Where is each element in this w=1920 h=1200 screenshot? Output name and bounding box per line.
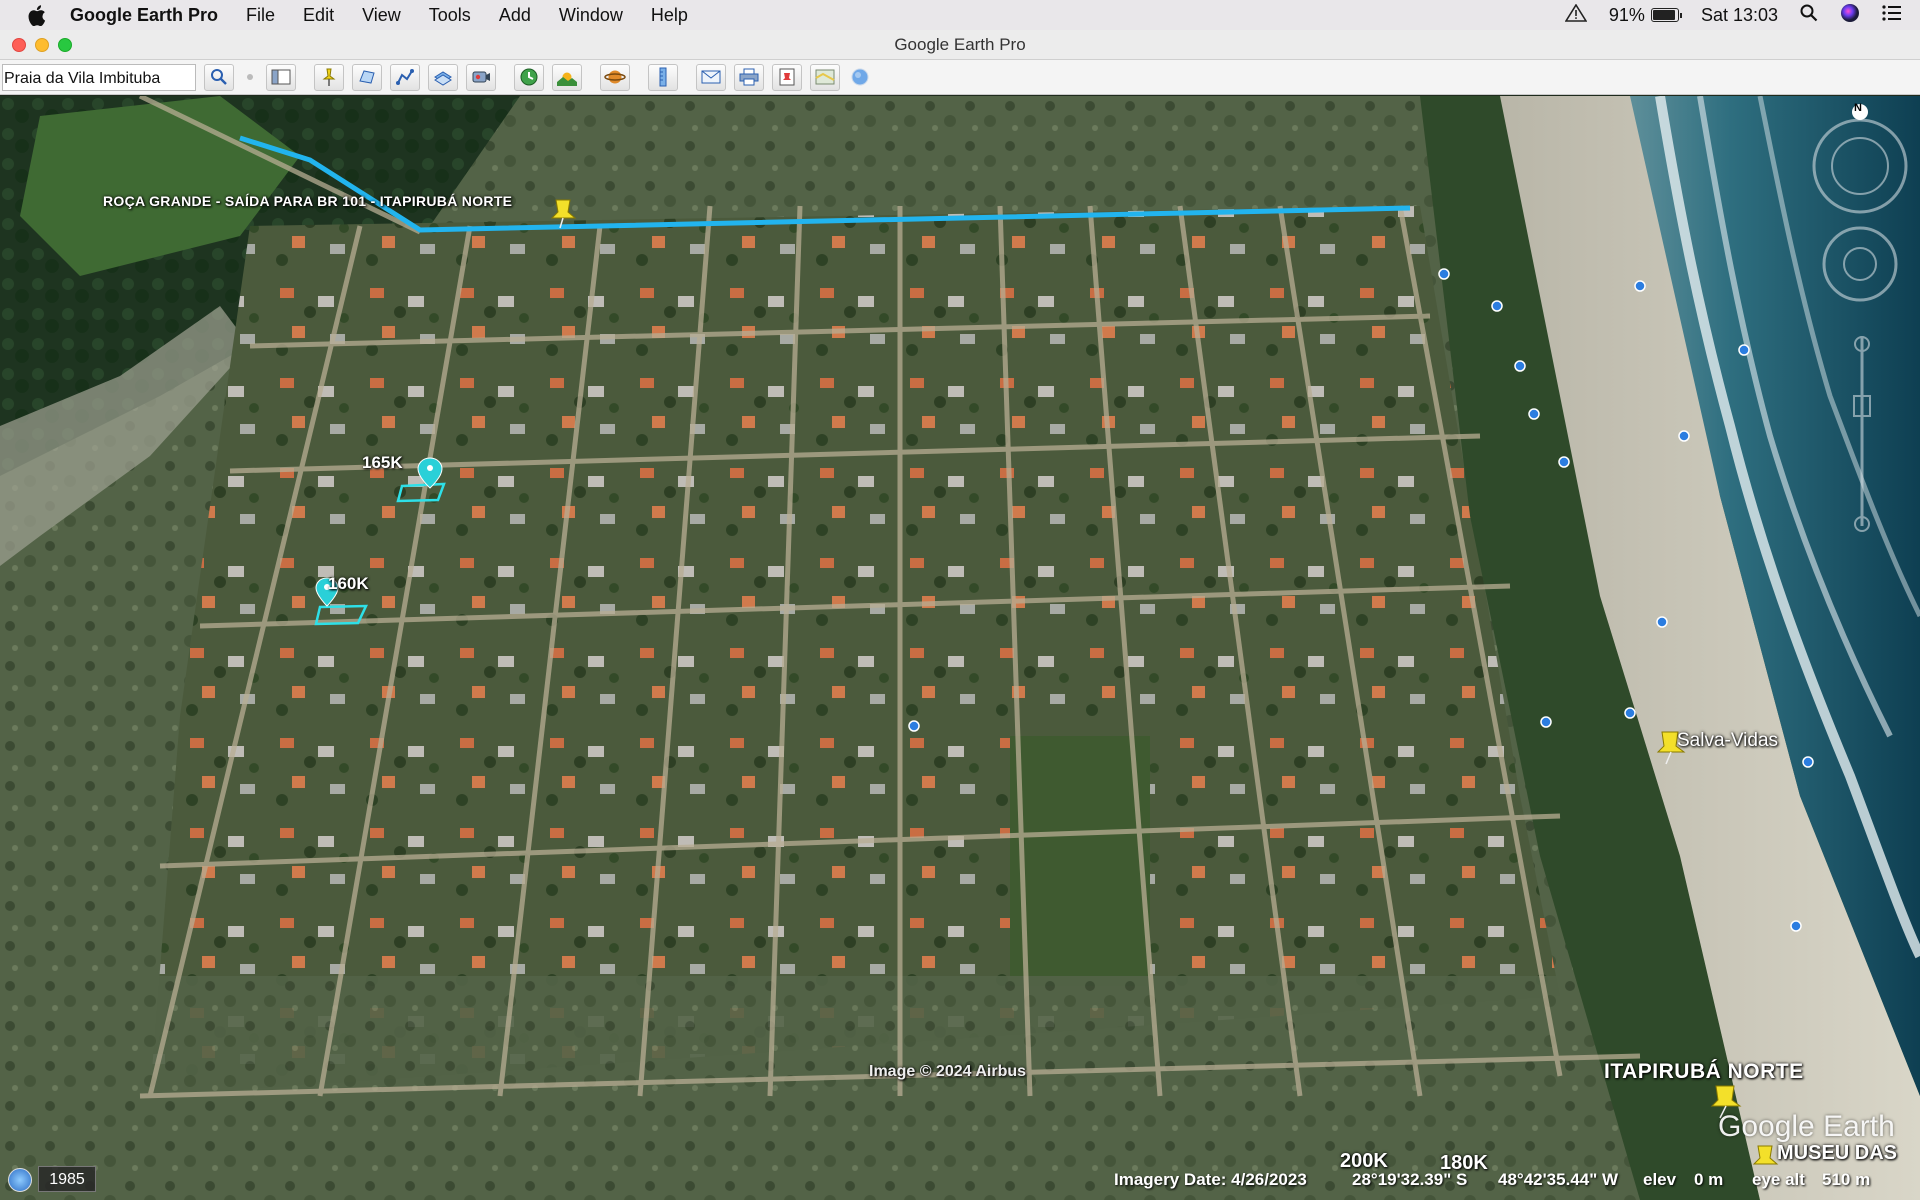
elevation-label: elev [1643,1170,1677,1189]
search-input[interactable] [2,63,196,91]
battery-percent: 91% [1608,4,1645,25]
sunlight-button[interactable] [552,63,582,91]
status-bar: 1985 Imagery Date: 4/26/2023 28°19'32.39… [0,1160,1920,1200]
eye-altitude-value: 510 m [1822,1170,1871,1189]
control-center-icon[interactable] [1882,4,1902,26]
latitude: 28°19'32.39" S [1352,1170,1468,1189]
window-close-button[interactable] [12,38,26,52]
menu-window[interactable]: Window [559,5,623,26]
alert-icon[interactable] [1564,2,1588,27]
apple-icon[interactable] [26,4,48,26]
imagery-copyright: Image © 2024 Airbus [869,1063,1027,1080]
spinner-icon [242,64,258,91]
window-title-bar: Google Earth Pro [0,30,1920,60]
google-earth-logo: Google Earth [1718,1110,1895,1143]
search-button[interactable] [204,63,234,91]
switch-planet-button[interactable] [600,63,630,91]
app-name-menu[interactable]: Google Earth Pro [70,5,218,26]
window-zoom-button[interactable] [58,38,72,52]
record-tour-button[interactable] [466,63,496,91]
longitude: 48°42'35.44" W [1498,1170,1619,1189]
ruler-button[interactable] [648,63,678,91]
spotlight-search-icon[interactable] [1800,4,1818,27]
save-image-button[interactable] [772,63,802,91]
menu-file[interactable]: File [246,5,275,26]
add-path-button[interactable] [390,63,420,91]
menu-bar: Google Earth Pro File Edit View Tools Ad… [0,0,1920,30]
historical-imagery-button[interactable] [514,63,544,91]
lot-label-165[interactable]: 165K [362,453,403,473]
menu-edit[interactable]: Edit [303,5,334,26]
sidebar-toggle-button[interactable] [266,63,296,91]
route-label[interactable]: ROÇA GRANDE - SAÍDA PARA BR 101 - ITAPIR… [103,193,512,209]
menu-add[interactable]: Add [499,5,531,26]
image-overlay-button[interactable] [428,63,458,91]
window-minimize-button[interactable] [35,38,49,52]
add-placemark-button[interactable] [314,63,344,91]
menu-clock[interactable]: Sat 13:03 [1701,5,1778,26]
window-title: Google Earth Pro [894,34,1026,54]
toolbar [0,60,1920,95]
battery-status[interactable]: 91% [1608,4,1682,26]
historical-year[interactable]: 1985 [38,1166,96,1192]
earth-globe-icon[interactable] [848,64,872,91]
view-in-maps-button[interactable] [810,63,840,91]
lot-label-160[interactable]: 160K [328,574,369,594]
menu-tools[interactable]: Tools [429,5,471,26]
battery-icon [1650,8,1682,22]
satellite-imagery [0,96,1920,1200]
siri-icon[interactable] [1840,3,1860,28]
print-button[interactable] [734,63,764,91]
itapiruba-norte-label[interactable]: ITAPIRUBÁ NORTE [1604,1060,1804,1084]
elevation-value: 0 m [1694,1170,1724,1189]
compass-north-label[interactable]: N [1854,102,1862,114]
time-slider-icon[interactable] [8,1168,32,1192]
email-button[interactable] [696,63,726,91]
add-polygon-button[interactable] [352,63,382,91]
map-view[interactable]: N ROÇA GRANDE - SAÍDA PARA BR 101 - ITAP… [0,96,1920,1200]
salva-vidas-label[interactable]: Salva-Vidas [1677,730,1778,752]
eye-altitude-label: eye alt [1752,1170,1805,1189]
imagery-date: Imagery Date: 4/26/2023 [1114,1170,1307,1189]
menu-help[interactable]: Help [651,5,688,26]
menu-view[interactable]: View [362,5,401,26]
